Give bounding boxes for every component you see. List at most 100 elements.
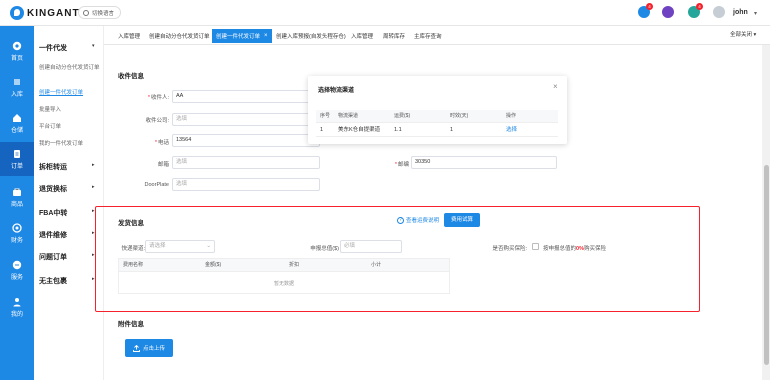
phone-input[interactable]: 13564 xyxy=(172,134,320,147)
tab-create-inbound-forecast[interactable]: 创建入库预报(自发头程存仓) xyxy=(272,29,350,43)
language-switch-button[interactable]: 切换语言 xyxy=(78,6,122,19)
insurance-label: 是否购买保险: xyxy=(492,246,527,252)
email-input[interactable]: 选填 xyxy=(172,156,320,169)
globe-icon xyxy=(83,9,89,16)
sidebar-item-label: 首页 xyxy=(10,55,23,62)
submenu-group-unclaimed-packages[interactable]: 无主包裹 xyxy=(39,276,67,286)
zip-input[interactable]: 30350 xyxy=(411,156,557,169)
language-switch-label: 切换语言 xyxy=(92,10,115,17)
zip-label-text: 邮编 xyxy=(397,162,409,168)
sidebar-item-label: 仓储 xyxy=(10,127,23,134)
sidebar-item-order[interactable]: 订单 xyxy=(0,142,34,176)
chevron-down-icon: ⌄ xyxy=(206,243,211,249)
close-icon[interactable]: × xyxy=(553,82,558,91)
submenu-item-batch-import[interactable]: 批量导入 xyxy=(39,106,102,114)
select-logistics-channel-popup: 选择物流渠道 × 序号 物流渠道 运费($) 时效(天) 操作 1 美东K仓自提… xyxy=(308,76,567,144)
sidebar-item-label: 财务 xyxy=(10,237,23,244)
submenu-item-create-dropship-order[interactable]: 创建一件代发订单 xyxy=(39,89,102,97)
user-name[interactable]: john xyxy=(733,9,748,16)
submenu-item-platform-orders[interactable]: 平台订单 xyxy=(39,123,102,131)
submenu-group-dropship[interactable]: 一件代发 xyxy=(39,43,67,53)
insurance-percent: 0% xyxy=(576,246,584,252)
tab-turnover-inventory[interactable]: 周转库存 xyxy=(379,29,409,43)
tab-auto-split-order[interactable]: 创建自动分仓代发货订单 xyxy=(145,29,214,43)
sidebar-item-home[interactable]: 首页 xyxy=(0,34,34,68)
upload-icon xyxy=(133,344,140,352)
tab-label: 主库存查询 xyxy=(414,34,442,40)
sidebar-item-label: 商品 xyxy=(10,201,23,208)
product-icon xyxy=(13,188,21,196)
column-header-subtotal: 小计 xyxy=(371,262,382,268)
sidebar-item-mine[interactable]: 我的 xyxy=(0,290,34,324)
tab-label: 入库管理 xyxy=(118,34,141,40)
insurance-checkbox[interactable] xyxy=(532,243,539,250)
submenu-item-my-dropship-orders[interactable]: 我的一件代发订单 xyxy=(39,140,102,148)
scrollbar-thumb[interactable] xyxy=(764,165,769,365)
sidebar-item-product[interactable]: 商品 xyxy=(0,180,34,214)
email-label: 邮箱 xyxy=(157,162,169,168)
shipping-section-title: 发货信息 xyxy=(118,220,144,227)
tab-inbound-management[interactable]: 入库管理 xyxy=(114,29,144,43)
message-icon[interactable] xyxy=(662,6,674,18)
tab-label: 创建自动分仓代发货订单 xyxy=(149,34,210,40)
doorplate-input[interactable]: 选填 xyxy=(172,178,320,191)
fee-estimate-button[interactable]: 费用试算 xyxy=(444,213,480,227)
submenu-item-auto-split-order[interactable]: 创建自动分仓代发货订单 xyxy=(39,64,102,72)
service-icon xyxy=(12,260,22,269)
upload-button[interactable]: 点击上传 xyxy=(125,339,173,357)
sidebar-item-label: 我的 xyxy=(10,311,23,318)
sidebar-item-inbound[interactable]: 入库 xyxy=(0,70,34,104)
insurance-text-lead: 按申报总值的 xyxy=(543,246,577,252)
close-all-tabs-button[interactable]: 全部关闭 ▾ xyxy=(730,30,756,38)
receiver-company-label: 收件公司: xyxy=(145,118,169,124)
tab-label: 入库管理 xyxy=(351,34,374,40)
tab-inbound-management-2[interactable]: 入库管理 xyxy=(347,29,377,43)
chevron-right-icon[interactable]: ▸ xyxy=(92,162,95,168)
declared-value-label: 申报总值($) xyxy=(310,246,339,252)
fee-explanation-link[interactable]: ? 查看运费说明 xyxy=(397,216,439,224)
column-header-freight: 运费($) xyxy=(394,113,411,119)
column-header-action: 操作 xyxy=(506,113,517,119)
warehouse-icon xyxy=(13,113,21,122)
submenu-group-problem-orders[interactable]: 问题订单 xyxy=(39,252,67,262)
receiver-name-input[interactable]: AA xyxy=(172,90,320,103)
logo[interactable]: KINGANT xyxy=(10,6,80,20)
column-header-fee-name: 费用名称 xyxy=(123,262,144,268)
courier-channel-select[interactable]: 请选择 ⌄ xyxy=(145,240,215,253)
zip-label: *邮编 xyxy=(394,162,409,168)
logo-text: KINGANT xyxy=(27,7,80,19)
declared-value-input[interactable]: 必填 xyxy=(340,240,402,253)
receiver-company-input[interactable]: 选填 xyxy=(172,113,320,126)
courier-channel-label: 快递渠道: xyxy=(121,246,145,252)
task-icon[interactable]: 4 xyxy=(688,3,703,18)
sidebar-item-finance[interactable]: 财务 xyxy=(0,216,34,250)
tab-create-dropship-order[interactable]: 创建一件代发订单 × xyxy=(212,29,272,43)
close-icon[interactable]: × xyxy=(264,33,268,39)
bell-icon[interactable]: 4 xyxy=(638,3,653,18)
column-header-amount: 金额($) xyxy=(205,262,222,268)
tab-main-inventory-query[interactable]: 主库存查询 xyxy=(410,29,446,43)
avatar[interactable] xyxy=(713,6,725,18)
logo-icon xyxy=(10,6,24,20)
submenu-group-devanning[interactable]: 拆柜转运 xyxy=(39,162,67,172)
sidebar-item-service[interactable]: 服务 xyxy=(0,253,34,287)
sidebar-item-warehouse[interactable]: 仓储 xyxy=(0,106,34,140)
table-row: 1 美东K仓自提渠道 1.1 1 选择 xyxy=(316,123,558,137)
close-all-label: 全部关闭 xyxy=(730,32,753,38)
submenu-group-return-repair[interactable]: 退件维修 xyxy=(39,230,67,240)
select-channel-link[interactable]: 选择 xyxy=(506,123,517,137)
sidebar-item-label: 入库 xyxy=(10,91,23,98)
popup-title: 选择物流渠道 xyxy=(318,88,355,94)
submenu-group-fba-transfer[interactable]: FBA中转 xyxy=(39,208,67,218)
submenu-group-return-relabel[interactable]: 退货换标 xyxy=(39,184,67,194)
column-header-channel: 物流渠道 xyxy=(338,113,359,119)
chevron-down-icon[interactable]: ▾ xyxy=(92,43,95,49)
column-header-discount: 折扣 xyxy=(289,262,300,268)
row-freight: 1.1 xyxy=(394,127,402,133)
row-timeliness: 1 xyxy=(450,127,454,133)
chevron-right-icon[interactable]: ▸ xyxy=(92,184,95,190)
inbound-icon xyxy=(14,78,20,85)
attachment-section-title: 附件信息 xyxy=(118,321,144,328)
page-scrollbar[interactable] xyxy=(763,45,770,380)
chevron-down-icon[interactable]: ▾ xyxy=(754,10,757,17)
